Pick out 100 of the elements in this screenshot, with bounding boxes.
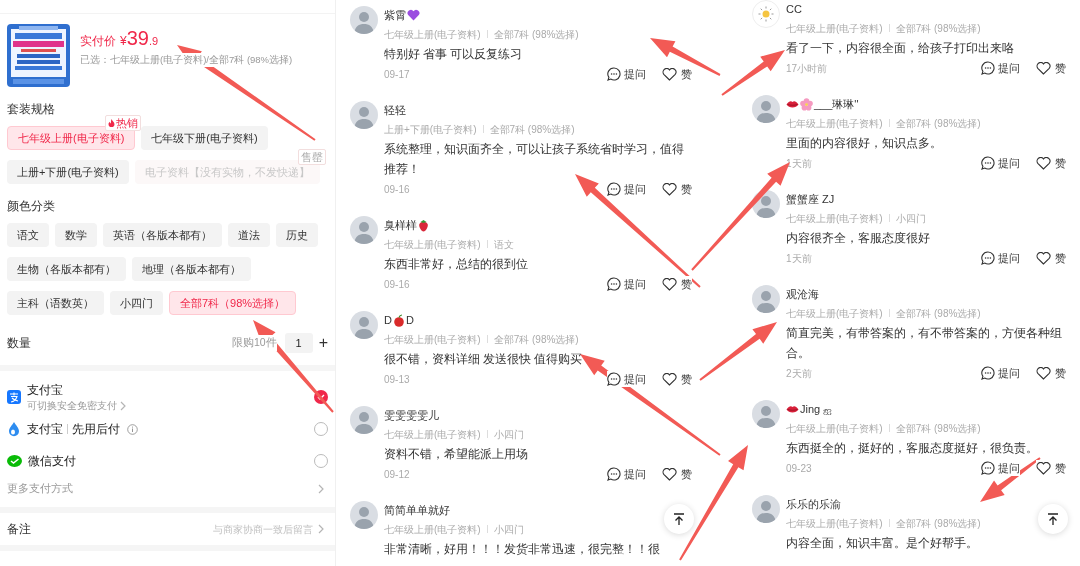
- review-time: 09-23: [786, 461, 812, 476]
- section-title: 套装规格: [6, 101, 56, 118]
- user-name: 简简单单就好: [384, 502, 450, 518]
- spec-text: 语文: [493, 237, 514, 252]
- spec-text: 小四门: [895, 211, 926, 226]
- scroll-top-button[interactable]: [1038, 504, 1068, 534]
- heart-outline-icon: [1036, 461, 1051, 475]
- payment-name: 支付宝: [27, 421, 63, 438]
- review-time: 09-17: [384, 67, 410, 82]
- spec-text: 全部7科 (98%选择): [493, 27, 579, 42]
- review-time: 09-16: [384, 182, 410, 197]
- payment-name: 微信支付: [28, 453, 76, 470]
- review-text: 东西非常好，总结的很到位: [384, 257, 528, 272]
- spec-text: 七年级上册(电子资料): [786, 516, 883, 531]
- ask-button[interactable]: 提问: [981, 364, 1020, 382]
- like-button[interactable]: 赞: [1036, 154, 1066, 172]
- heart-outline-icon: [1036, 366, 1051, 380]
- option-chip[interactable]: 生物（各版本都有）: [7, 257, 126, 281]
- quantity-field[interactable]: 1: [284, 333, 313, 353]
- price-amount: ¥39.9: [120, 28, 159, 50]
- option-chip[interactable]: 道法: [228, 223, 270, 247]
- comment-icon: [607, 182, 621, 196]
- user-name: Jing ஐ: [800, 401, 833, 417]
- review-text: 特别好 省事 可以反复练习: [384, 47, 523, 62]
- comment-icon: [981, 156, 995, 170]
- review-text: 很不错，资料详细 发送很快 值得购买: [384, 352, 583, 367]
- arrow-up-icon: [673, 512, 685, 526]
- heart-outline-icon: [1036, 251, 1051, 265]
- review-text: 非常清晰，好用！！！发货非常迅速，很完整！！很: [384, 542, 660, 557]
- spec-text: 全部7科 (98%选择): [493, 332, 579, 347]
- ask-button[interactable]: 提问: [981, 459, 1020, 477]
- option-chip[interactable]: 语文: [7, 223, 49, 247]
- payment-option[interactable]: 微信支付: [7, 445, 328, 477]
- review-text: 资料不错，希望能派上用场: [384, 447, 528, 462]
- avatar: [752, 495, 780, 523]
- like-button[interactable]: 赞: [1036, 459, 1066, 477]
- spec-text: 上册+下册(电子资料): [384, 122, 477, 137]
- like-button[interactable]: 赞: [662, 65, 692, 83]
- drop-icon: [7, 421, 21, 437]
- spec-text: 七年级上册(电子资料): [384, 332, 481, 347]
- badge: 热销: [105, 115, 142, 131]
- comment-icon: [607, 467, 621, 481]
- option-chip[interactable]: 地理（各版本都有）: [132, 257, 251, 281]
- option-chip[interactable]: 英语（各版本都有）: [103, 223, 222, 247]
- heart-outline-icon: [662, 372, 677, 386]
- like-button[interactable]: 赞: [1036, 249, 1066, 267]
- avatar: [350, 101, 378, 129]
- option-chip[interactable]: 小四门: [110, 291, 163, 315]
- like-button[interactable]: 赞: [662, 180, 692, 198]
- increment-button[interactable]: +: [318, 335, 328, 351]
- ask-button[interactable]: 提问: [607, 275, 646, 293]
- ask-button[interactable]: 提问: [607, 65, 646, 83]
- comment-icon: [981, 366, 995, 380]
- comment-icon: [981, 251, 995, 265]
- option-chip[interactable]: 主科（语数英）: [7, 291, 104, 315]
- like-button[interactable]: 赞: [1036, 59, 1066, 77]
- quantity-label: 数量: [7, 335, 31, 352]
- option-chip[interactable]: 历史: [276, 223, 318, 247]
- ask-button[interactable]: 提问: [607, 370, 646, 388]
- user-name: D: [384, 312, 392, 328]
- scroll-top-button[interactable]: [664, 504, 694, 534]
- spec-text: 全部7科 (98%选择): [895, 421, 981, 436]
- avatar: [752, 400, 780, 428]
- like-button[interactable]: 赞: [662, 275, 692, 293]
- heart-outline-icon: [662, 67, 677, 81]
- option-chip[interactable]: 上册+下册(电子资料): [7, 160, 129, 184]
- avatar: [350, 216, 378, 244]
- section-title: 颜色分类: [6, 198, 56, 215]
- arrow-up-icon: [1047, 512, 1059, 526]
- spec-text: 七年级上册(电子资料): [786, 211, 883, 226]
- purchase-limit: 限购10件: [231, 335, 277, 351]
- ask-button[interactable]: 提问: [981, 59, 1020, 77]
- spec-text: 小四门: [493, 427, 524, 442]
- option-chip[interactable]: 数学: [55, 223, 97, 247]
- ask-button[interactable]: 提问: [607, 180, 646, 198]
- spec-text: 小四门: [493, 522, 524, 537]
- strawberry-icon: [418, 218, 429, 232]
- avatar: [350, 406, 378, 434]
- like-button[interactable]: 赞: [662, 465, 692, 483]
- review-text: 系统整理，知识面齐全，可以让孩子系统省时学习，值得推荐！: [384, 142, 685, 177]
- ask-button[interactable]: 提问: [607, 465, 646, 483]
- review-time: 2天前: [786, 366, 812, 381]
- like-button[interactable]: 赞: [1036, 364, 1066, 382]
- ask-button[interactable]: 提问: [981, 154, 1020, 172]
- user-name: 雯雯雯雯儿: [384, 407, 439, 423]
- review-time: 09-16: [384, 277, 410, 292]
- payment-tag: 先用后付: [72, 420, 120, 438]
- payment-name: 支付宝: [27, 381, 63, 399]
- option-chip[interactable]: 全部7科（98%选择）: [169, 291, 297, 315]
- ask-button[interactable]: 提问: [981, 249, 1020, 267]
- payment-option[interactable]: 支付宝 先用后付: [7, 413, 328, 445]
- spec-text: 七年级上册(电子资料): [786, 306, 883, 321]
- selected-summary: 已选：七年级上册(电子资料)/全部7科 (98%选择): [80, 53, 293, 68]
- review-time: 09-12: [384, 467, 410, 482]
- flower-icon: [800, 97, 813, 111]
- annotation-arrow: [980, 457, 1041, 502]
- option-chip[interactable]: 七年级下册(电子资料): [141, 126, 268, 150]
- like-button[interactable]: 赞: [662, 370, 692, 388]
- comment-icon: [981, 461, 995, 475]
- comment-icon: [607, 67, 621, 81]
